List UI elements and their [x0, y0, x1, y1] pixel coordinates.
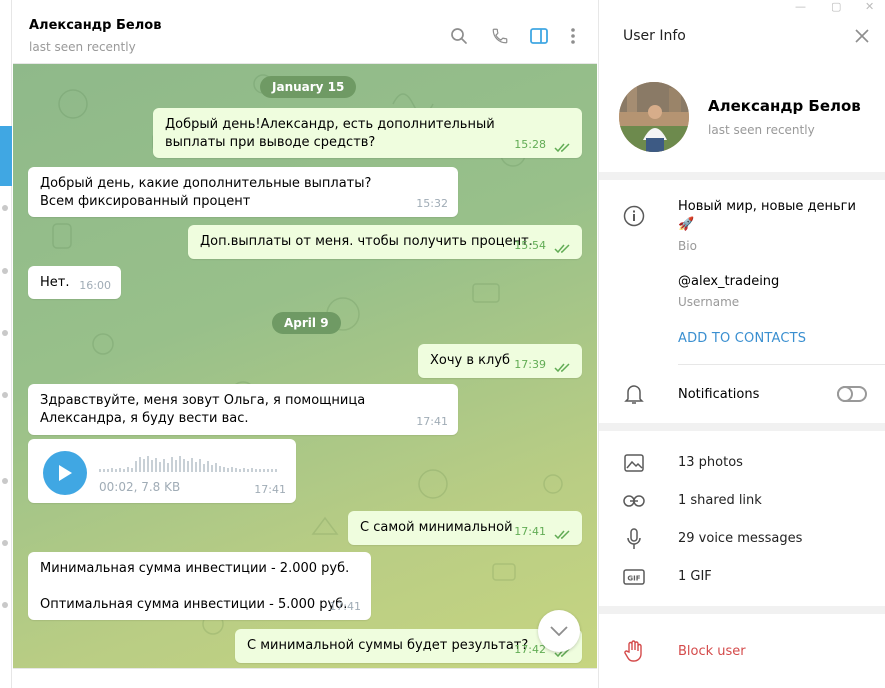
message-time: 16:00	[79, 279, 111, 292]
message-text: С самой минимальной	[360, 520, 513, 535]
info-icon	[623, 205, 645, 227]
section-gap	[599, 172, 885, 180]
chat-list-item	[2, 478, 8, 484]
minimize-icon[interactable]: —	[795, 0, 806, 13]
profile-status: last seen recently	[708, 123, 815, 137]
message-outgoing[interactable]: Хочу в клуб 17:39	[418, 344, 582, 378]
message-time: 15:28	[514, 138, 546, 151]
gif-icon: GIF	[623, 566, 645, 588]
chat-status: last seen recently	[29, 40, 136, 54]
message-text: Оптимальная сумма инвестиции - 5.000 руб…	[40, 597, 348, 612]
photo-icon	[623, 452, 645, 474]
date-separator: April 9	[272, 312, 341, 334]
media-photos[interactable]: 13 photos	[678, 455, 743, 470]
read-checks-icon	[554, 530, 570, 540]
phone-icon[interactable]	[490, 26, 510, 46]
username-text[interactable]: @alex_tradeing	[678, 273, 779, 291]
message-time: 15:32	[416, 197, 448, 210]
message-incoming[interactable]: Добрый день, какие дополнительные выплат…	[28, 167, 458, 217]
chat-list-item	[2, 268, 8, 274]
voice-message[interactable]: 00:02, 7.8 KB 17:41	[28, 439, 296, 503]
chat-list-strip	[0, 0, 12, 688]
voice-duration-size: 00:02, 7.8 KB	[99, 480, 181, 494]
message-time: 17:39	[514, 358, 546, 371]
chat-list-item	[2, 540, 8, 546]
message-outgoing[interactable]: Доп.выплаты от меня. чтобы получить проц…	[188, 225, 582, 259]
message-text: Добрый день!Александр, есть дополнительн…	[165, 117, 495, 150]
hand-stop-icon	[623, 640, 645, 662]
chat-title[interactable]: Александр Белов	[29, 18, 161, 33]
more-vert-icon[interactable]	[563, 26, 583, 46]
svg-text:GIF: GIF	[627, 575, 640, 583]
message-time: 17:41	[329, 600, 361, 613]
waveform	[99, 456, 277, 472]
message-outgoing[interactable]: Добрый день!Александр, есть дополнительн…	[153, 108, 582, 158]
chat-list-item	[2, 602, 8, 608]
read-checks-icon	[554, 244, 570, 254]
search-icon[interactable]	[449, 26, 469, 46]
notifications-toggle[interactable]	[837, 386, 867, 402]
bell-icon	[623, 383, 645, 405]
message-text: Доп.выплаты от меня. чтобы получить проц…	[200, 234, 533, 249]
message-text: Нет.	[40, 275, 70, 290]
username-label: Username	[678, 295, 740, 309]
chat-list-item	[2, 392, 8, 398]
panel-title: User Info	[623, 28, 686, 44]
telegram-window: Александр Белов last seen recently Janua…	[0, 0, 885, 688]
message-incoming[interactable]: Минимальная сумма инвестиции - 2.000 руб…	[28, 552, 371, 620]
message-incoming[interactable]: Нет. 16:00	[28, 266, 121, 299]
message-time: 17:42	[514, 643, 546, 656]
read-checks-icon	[554, 143, 570, 153]
message-text: С минимальной суммы будет результат?	[247, 638, 529, 653]
message-time: 17:41	[416, 415, 448, 428]
link-icon	[623, 490, 645, 512]
profile-name: Александр Белов	[708, 97, 861, 115]
avatar[interactable]	[619, 82, 689, 152]
bio-text: Новый мир, новые деньги 🚀	[678, 199, 856, 232]
user-info-panel: — ▢ ✕ User Info Александр Белов last see…	[598, 0, 885, 688]
chat-list-item	[2, 205, 8, 211]
date-separator: January 15	[260, 76, 357, 98]
message-text: Хочу в клуб	[430, 353, 511, 368]
chat-list-item	[2, 330, 8, 336]
message-history[interactable]: January 15 Добрый день!Александр, есть д…	[13, 64, 597, 668]
chat-header: Александр Белов last seen recently	[13, 0, 597, 64]
read-checks-icon	[554, 363, 570, 373]
media-links[interactable]: 1 shared link	[678, 493, 762, 508]
window-close-icon[interactable]: ✕	[865, 0, 874, 13]
bio-label: Bio	[678, 239, 697, 253]
add-to-contacts-button[interactable]: ADD TO CONTACTS	[678, 331, 806, 346]
play-button[interactable]	[43, 451, 87, 495]
active-chat-indicator[interactable]	[0, 126, 12, 186]
play-icon	[59, 465, 72, 481]
section-gap	[599, 423, 885, 431]
sidebar-toggle-icon[interactable]	[529, 26, 549, 46]
message-outgoing[interactable]: С минимальной суммы будет результат? 17:…	[235, 629, 582, 663]
close-icon[interactable]	[854, 28, 870, 44]
scroll-down-button[interactable]	[538, 610, 580, 652]
message-outgoing[interactable]: С самой минимальной 17:41	[348, 511, 582, 545]
message-text: Минимальная сумма инвестиции - 2.000 руб…	[40, 561, 350, 576]
message-text: Здравствуйте, меня зовут Ольга, я помощн…	[40, 393, 366, 426]
microphone-icon	[623, 528, 645, 550]
block-user-button[interactable]: Block user	[678, 644, 746, 659]
divider	[678, 364, 885, 365]
notifications-label: Notifications	[678, 387, 760, 402]
maximize-icon[interactable]: ▢	[831, 0, 841, 13]
chevron-down-icon	[550, 626, 568, 636]
media-gifs[interactable]: 1 GIF	[678, 569, 712, 584]
section-gap	[599, 606, 885, 614]
message-time: 17:41	[514, 525, 546, 538]
message-text: Добрый день, какие дополнительные выплат…	[40, 176, 372, 209]
media-voice[interactable]: 29 voice messages	[678, 531, 802, 546]
message-time: 17:41	[254, 483, 286, 496]
message-incoming[interactable]: Здравствуйте, меня зовут Ольга, я помощн…	[28, 384, 458, 435]
message-time: 15:54	[514, 239, 546, 252]
message-composer[interactable]	[13, 668, 597, 688]
